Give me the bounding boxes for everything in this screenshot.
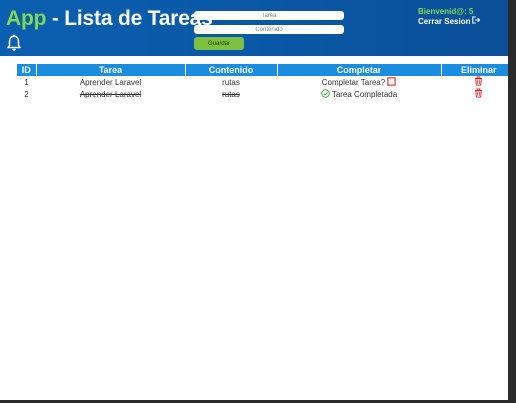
cell-id: 2 — [24, 89, 29, 99]
task-input[interactable] — [194, 11, 344, 20]
table-header-row: ID Tarea Contenido Completar Eliminar — [17, 64, 508, 76]
logout-label: Cerrar Sesion — [418, 16, 471, 26]
table-row: 1 Aprender Laravel rutas Completar Tarea… — [17, 76, 508, 88]
bell-icon[interactable] — [5, 34, 23, 52]
content-input[interactable] — [194, 25, 344, 34]
trash-icon[interactable] — [474, 88, 483, 100]
trash-icon[interactable] — [474, 76, 483, 88]
square-icon — [387, 76, 396, 88]
sign-out-icon — [472, 16, 481, 26]
task-completed-status: Tarea Completada — [321, 88, 398, 100]
welcome-text: Bienvenid@: 5 — [418, 7, 474, 16]
col-header-completar: Completar — [277, 64, 442, 76]
cell-contenido: rutas — [222, 77, 240, 87]
col-header-tarea: Tarea — [36, 64, 186, 76]
cell-contenido: rutas — [222, 89, 240, 99]
complete-task-label: Completar Tarea? — [321, 77, 386, 87]
col-header-eliminar: Eliminar — [441, 64, 508, 76]
cell-id: 1 — [24, 77, 29, 87]
task-completed-label: Tarea Completada — [331, 89, 398, 99]
complete-task-button[interactable]: Completar Tarea? — [321, 76, 396, 88]
col-header-contenido: Contenido — [185, 64, 278, 76]
app-header: App - Lista de Tareas Guardar Bienvenid@… — [0, 0, 508, 56]
save-button[interactable]: Guardar — [194, 37, 244, 50]
cell-completar: Completar Tarea? — [277, 76, 441, 88]
tasks-table: ID Tarea Contenido Completar Eliminar 1 … — [17, 64, 508, 100]
cell-completar: Tarea Completada — [277, 88, 441, 100]
page-title: App - Lista de Tareas — [6, 7, 213, 31]
title-text: - Lista de Tareas — [46, 7, 213, 30]
cell-tarea: Aprender Laravel — [79, 89, 142, 99]
page: App - Lista de Tareas Guardar Bienvenid@… — [0, 0, 508, 400]
cell-tarea: Aprender Laravel — [79, 77, 142, 87]
check-circle-icon — [321, 88, 330, 100]
brand-label: App — [6, 7, 47, 30]
logout-link[interactable]: Cerrar Sesion — [418, 16, 481, 26]
cell-eliminar — [441, 88, 508, 100]
table-row: 2 Aprender Laravel rutas Tarea Completad… — [17, 88, 508, 100]
cell-eliminar — [441, 76, 508, 88]
col-header-id: ID — [17, 64, 37, 76]
vertical-scrollbar[interactable] — [508, 0, 516, 403]
